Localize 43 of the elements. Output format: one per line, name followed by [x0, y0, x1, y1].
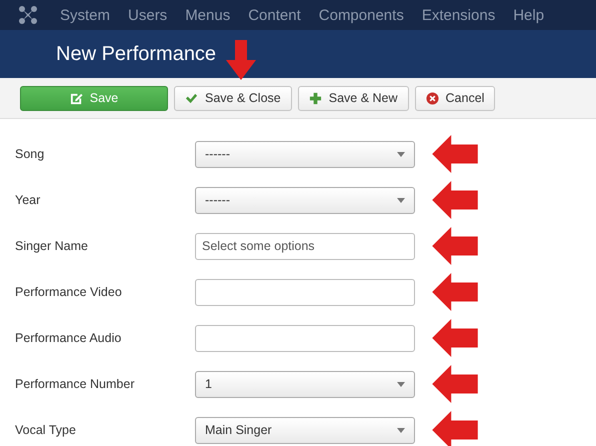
- caret-icon: [397, 382, 405, 386]
- save-button[interactable]: Save: [20, 86, 168, 110]
- select-field[interactable]: Main Singer: [195, 416, 415, 444]
- select-field[interactable]: 1: [195, 370, 415, 398]
- arrow-icon: [431, 135, 479, 173]
- arrow-icon: [431, 227, 479, 265]
- plus-icon: [308, 92, 322, 104]
- arrow-icon: [431, 411, 479, 446]
- caret-icon: [397, 198, 405, 202]
- page-title: New Performance: [56, 42, 216, 66]
- menu-item[interactable]: Help: [513, 6, 544, 24]
- field-label: Year: [14, 193, 42, 207]
- menu-item[interactable]: Components: [318, 6, 404, 24]
- field-label: Performance Number: [14, 377, 136, 391]
- field-label: Song: [14, 147, 46, 161]
- logo-icon[interactable]: [18, 5, 38, 25]
- field-label: Performance Audio: [14, 331, 122, 345]
- arrow-icon: [431, 181, 479, 219]
- cancel-icon: [426, 92, 439, 104]
- arrow-icon: [431, 273, 479, 311]
- toolbar-button[interactable]: Save & New: [298, 86, 409, 110]
- edit-icon: [70, 92, 83, 104]
- arrow-icon: [431, 319, 479, 357]
- field-label: Vocal Type: [14, 423, 77, 437]
- menu-item[interactable]: Menus: [185, 6, 230, 24]
- text-field[interactable]: Select some options: [195, 232, 415, 260]
- toolbar-button[interactable]: Save & Close: [174, 86, 292, 110]
- text-field[interactable]: [195, 278, 415, 306]
- field-label: Singer Name: [14, 239, 89, 253]
- select-field[interactable]: ------: [195, 140, 415, 168]
- select-field[interactable]: ------: [195, 186, 415, 214]
- field-label: Performance Video: [14, 285, 123, 299]
- caret-icon: [397, 428, 405, 432]
- check-icon: [185, 92, 198, 104]
- toolbar-button[interactable]: Cancel: [414, 86, 496, 110]
- menu-item[interactable]: System: [60, 6, 110, 24]
- menu-item[interactable]: Users: [128, 6, 168, 24]
- caret-icon: [397, 152, 405, 156]
- text-field[interactable]: [195, 324, 415, 352]
- arrow-icon: [226, 40, 256, 80]
- arrow-icon: [431, 365, 479, 403]
- menu-item[interactable]: Content: [248, 6, 301, 24]
- menu-item[interactable]: Extensions: [422, 6, 496, 24]
